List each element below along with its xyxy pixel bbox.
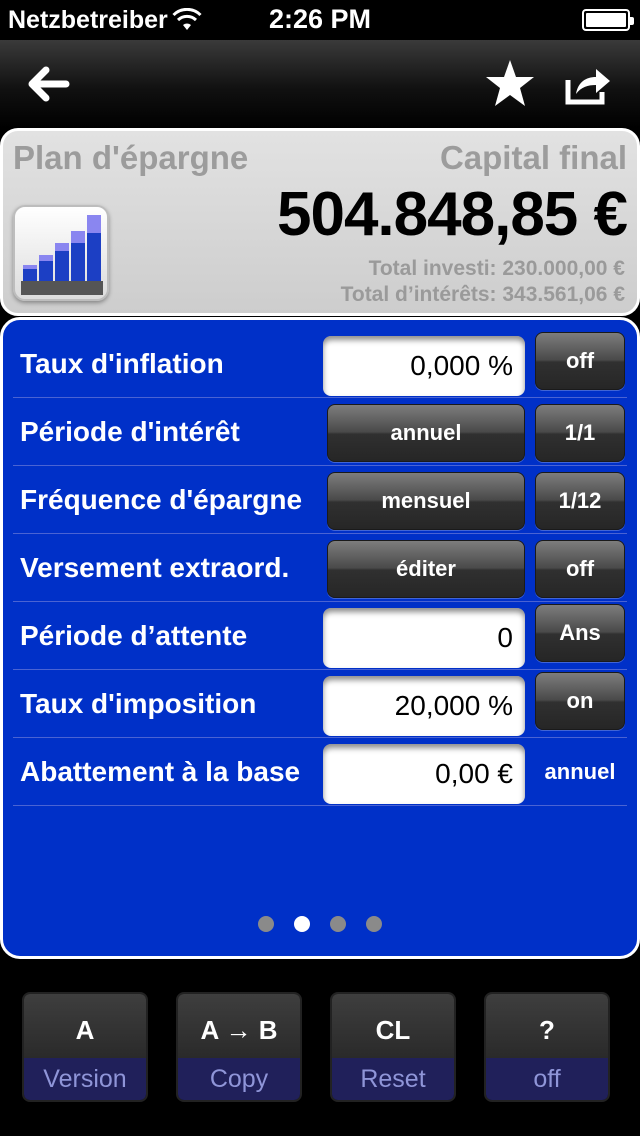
- copy-key-label: A → B: [178, 994, 300, 1058]
- base-allowance-input[interactable]: 0,00 €: [323, 744, 525, 804]
- base-allowance-label: Abattement à la base: [20, 756, 301, 787]
- capital-value: 504.848,85 €: [276, 180, 628, 249]
- help-key-caption: off: [486, 1058, 608, 1100]
- copy-key[interactable]: A → B Copy: [176, 992, 302, 1102]
- row-interest-period: Période d'intérêt annuel 1/1: [13, 398, 627, 466]
- version-key-caption: Version: [24, 1058, 146, 1100]
- saving-ratio-button[interactable]: 1/12: [535, 472, 625, 530]
- capital-label: Capital final: [439, 139, 627, 176]
- version-key[interactable]: A Version: [22, 992, 148, 1102]
- page-dot-active[interactable]: [294, 916, 310, 932]
- summary-panel: Plan d'épargne Capital final 504.848,85 …: [0, 128, 640, 316]
- page-dot[interactable]: [330, 916, 346, 932]
- interest-period-label: Période d'intérêt: [20, 416, 240, 447]
- row-extra-payment: Versement extraord. éditer off: [13, 534, 627, 602]
- base-allowance-unit: annuel: [544, 759, 616, 784]
- page-dot[interactable]: [258, 916, 274, 932]
- battery-icon: [582, 9, 634, 31]
- waiting-period-input[interactable]: 0: [323, 608, 525, 668]
- row-tax-rate: Taux d'imposition 20,000 % on: [13, 670, 627, 738]
- reset-key-label: CL: [332, 994, 454, 1058]
- copy-key-caption: Copy: [178, 1058, 300, 1100]
- status-bar: Netzbetreiber 2:26 PM: [0, 0, 640, 40]
- back-arrow-icon[interactable]: [26, 66, 70, 102]
- extra-payment-toggle-button[interactable]: off: [535, 540, 625, 598]
- inflation-toggle-button[interactable]: off: [535, 332, 625, 390]
- help-key-label: ?: [486, 994, 608, 1058]
- help-key[interactable]: ? off: [484, 992, 610, 1102]
- row-base-allowance: Abattement à la base 0,00 € annuel: [13, 738, 627, 806]
- inflation-input[interactable]: 0,000 %: [323, 336, 525, 396]
- row-waiting-period: Période d’attente 0 Ans: [13, 602, 627, 670]
- total-invested: Total investi: 230.000,00 €: [368, 257, 625, 280]
- extra-payment-label: Versement extraord.: [20, 552, 290, 583]
- navigation-bar: [0, 40, 640, 128]
- plan-title: Plan d'épargne: [13, 139, 249, 176]
- interest-period-button[interactable]: annuel: [327, 404, 525, 462]
- total-interest: Total d’intérêts: 343.561,06 €: [340, 283, 625, 306]
- tax-rate-input[interactable]: 20,000 %: [323, 676, 525, 736]
- waiting-period-label: Période d’attente: [20, 620, 248, 651]
- waiting-period-unit-button[interactable]: Ans: [535, 604, 625, 662]
- row-saving-frequency: Fréquence d'épargne mensuel 1/12: [13, 466, 627, 534]
- reset-key[interactable]: CL Reset: [330, 992, 456, 1102]
- reset-key-caption: Reset: [332, 1058, 454, 1100]
- tax-rate-toggle-button[interactable]: on: [535, 672, 625, 730]
- tax-rate-label: Taux d'imposition: [20, 688, 257, 719]
- page-dot[interactable]: [366, 916, 382, 932]
- share-icon[interactable]: [564, 64, 612, 106]
- star-icon[interactable]: [484, 58, 536, 110]
- inflation-label: Taux d'inflation: [20, 348, 224, 379]
- row-inflation: Taux d'inflation 0,000 % off: [13, 330, 627, 398]
- savings-chart-icon[interactable]: [13, 205, 109, 301]
- saving-frequency-label: Fréquence d'épargne: [20, 484, 303, 515]
- version-key-label: A: [24, 994, 146, 1058]
- settings-panel: Taux d'inflation 0,000 % off Période d'i…: [0, 317, 640, 959]
- clock: 2:26 PM: [268, 4, 372, 34]
- extra-payment-edit-button[interactable]: éditer: [327, 540, 525, 598]
- page-indicator[interactable]: [3, 916, 637, 932]
- saving-frequency-button[interactable]: mensuel: [327, 472, 525, 530]
- interest-ratio-button[interactable]: 1/1: [535, 404, 625, 462]
